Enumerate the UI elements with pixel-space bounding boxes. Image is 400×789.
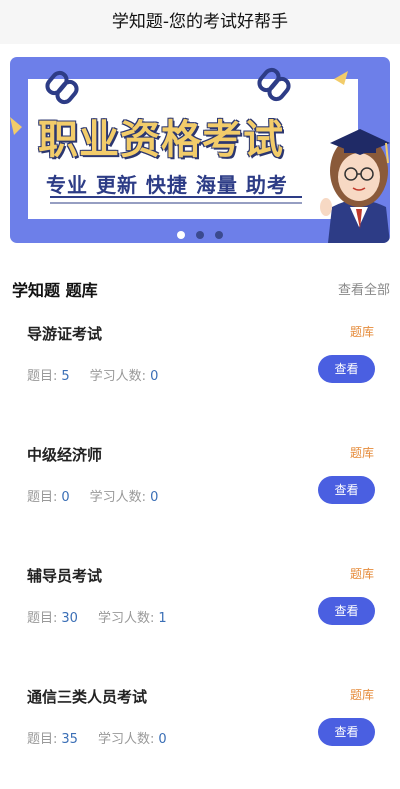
question-bank-tag: 题库 (349, 567, 374, 581)
exam-name: 辅导员考试 (27, 567, 103, 585)
learners-label: 学习人数: (97, 611, 155, 626)
questions-label: 题目: (27, 369, 58, 384)
section-header: 学知题 题库 查看全部 (0, 275, 400, 305)
view-button[interactable]: 查看 (318, 355, 375, 383)
questions-count: 5 (61, 369, 70, 384)
questions-label: 题目: (27, 732, 58, 747)
exam-name: 中级经济师 (27, 446, 103, 464)
view-button[interactable]: 查看 (318, 476, 375, 504)
banner-slide[interactable]: 职业资格考试 专业 更新 快捷 海量 助考 (10, 57, 390, 243)
exam-card[interactable]: 中级经济师 题库 题目: 0 学习人数: 0 查看 (0, 426, 400, 547)
banner-carousel[interactable]: 职业资格考试 专业 更新 快捷 海量 助考 (10, 57, 390, 243)
question-bank-tag: 题库 (349, 688, 374, 702)
exam-meta: 题目: 30 学习人数: 1 (27, 607, 167, 626)
questions-label: 题目: (27, 490, 58, 505)
exam-name: 通信三类人员考试 (27, 688, 148, 706)
view-button[interactable]: 查看 (318, 718, 375, 746)
learners-count: 0 (150, 369, 159, 384)
questions-label: 题目: (27, 611, 58, 626)
questions-count: 0 (61, 490, 70, 505)
exam-card[interactable]: 导游证考试 题库 题目: 5 学习人数: 0 查看 (0, 305, 400, 426)
section-title: 学知题 题库 (12, 281, 98, 300)
carousel-dots (10, 224, 390, 243)
questions-count: 35 (61, 732, 78, 747)
carousel-dot[interactable] (196, 231, 204, 239)
banner-subtitle: 专业 更新 快捷 海量 助考 (46, 173, 288, 197)
view-all-link[interactable]: 查看全部 (338, 279, 390, 298)
carousel-dot-active[interactable] (176, 231, 185, 239)
learners-count: 0 (150, 490, 159, 505)
exam-meta: 题目: 35 学习人数: 0 (27, 728, 167, 747)
exam-card[interactable]: 通信三类人员考试 题库 题目: 35 学习人数: 0 查看 (0, 668, 400, 789)
learners-label: 学习人数: (89, 490, 147, 505)
questions-count: 30 (61, 611, 78, 626)
learners-count: 1 (158, 611, 167, 626)
view-button[interactable]: 查看 (318, 597, 375, 625)
triangle-deco (10, 117, 22, 135)
learners-label: 学习人数: (89, 369, 147, 384)
learners-label: 学习人数: (97, 732, 155, 747)
learners-count: 0 (158, 732, 167, 747)
exam-name: 导游证考试 (27, 325, 103, 343)
question-bank-tag: 题库 (349, 325, 374, 339)
exam-meta: 题目: 5 学习人数: 0 (27, 365, 158, 384)
exam-card[interactable]: 辅导员考试 题库 题目: 30 学习人数: 1 查看 (0, 547, 400, 668)
app-title: 学知题-您的考试好帮手 (0, 0, 400, 44)
exam-meta: 题目: 0 学习人数: 0 (27, 486, 158, 505)
question-bank-tag: 题库 (349, 446, 374, 460)
banner-title: 职业资格考试 (38, 117, 284, 163)
carousel-dot[interactable] (215, 231, 224, 239)
